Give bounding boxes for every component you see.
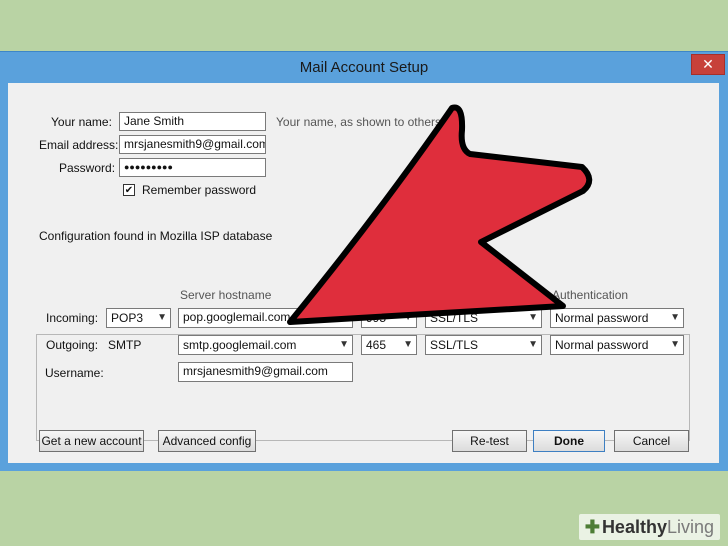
outgoing-host-value: smtp.googlemail.com bbox=[183, 338, 297, 352]
username-input[interactable]: mrsjanesmith9@gmail.com bbox=[178, 362, 353, 382]
remember-label: Remember password bbox=[142, 183, 257, 197]
chevron-down-icon: ▼ bbox=[157, 312, 167, 323]
logo-name-light: Living bbox=[666, 517, 714, 537]
password-input[interactable]: ●●●●●●●●● bbox=[119, 158, 266, 177]
plus-icon: ✚ bbox=[584, 517, 600, 537]
mail-setup-window: Mail Account Setup ✕ Your name: Jane Smi… bbox=[0, 51, 728, 472]
name-label: Your name: bbox=[51, 115, 112, 129]
outgoing-ssl-select[interactable]: SSL/TLS ▼ bbox=[425, 335, 542, 355]
incoming-port-select[interactable]: 995 ▼ bbox=[361, 308, 417, 328]
outgoing-protocol: SMTP bbox=[108, 338, 142, 352]
password-label: Password: bbox=[59, 161, 116, 175]
retest-button[interactable]: Re-test bbox=[452, 430, 527, 452]
incoming-port-value: 995 bbox=[366, 311, 387, 325]
outgoing-port-select[interactable]: 465 ▼ bbox=[361, 335, 417, 355]
hostname-header: Server hostname bbox=[180, 288, 272, 302]
chevron-down-icon: ▼ bbox=[670, 339, 680, 350]
remember-checkbox[interactable]: ✔ bbox=[123, 184, 135, 196]
outgoing-host-select[interactable]: smtp.googlemail.com ▼ bbox=[178, 335, 353, 355]
incoming-label: Incoming: bbox=[46, 311, 99, 325]
chevron-down-icon: ▼ bbox=[528, 339, 538, 350]
outgoing-auth-select[interactable]: Normal password ▼ bbox=[550, 335, 684, 355]
chevron-down-icon: ▼ bbox=[339, 339, 349, 350]
get-new-account-button[interactable]: Get a new account bbox=[39, 430, 144, 452]
name-hint: Your name, as shown to others bbox=[276, 115, 441, 129]
advanced-config-button[interactable]: Advanced config bbox=[158, 430, 256, 452]
username-label: Username: bbox=[45, 366, 104, 380]
outgoing-label: Outgoing: bbox=[46, 338, 99, 352]
email-label: Email address: bbox=[39, 138, 119, 152]
email-input[interactable]: mrsjanesmith9@gmail.com bbox=[119, 135, 266, 154]
healthy-living-logo: ✚ HealthyLiving bbox=[578, 514, 720, 540]
incoming-auth-select[interactable]: Normal password ▼ bbox=[550, 308, 684, 328]
auth-header: Authentication bbox=[552, 288, 629, 302]
chevron-down-icon: ▼ bbox=[403, 312, 413, 323]
incoming-protocol-value: POP3 bbox=[111, 311, 144, 325]
cancel-button[interactable]: Cancel bbox=[614, 430, 689, 452]
incoming-protocol-select[interactable]: POP3 ▼ bbox=[106, 308, 171, 328]
outgoing-auth-value: Normal password bbox=[555, 338, 649, 352]
outgoing-ssl-value: SSL/TLS bbox=[430, 338, 479, 352]
outgoing-port-value: 465 bbox=[366, 338, 387, 352]
logo-name-bold: Healthy bbox=[601, 517, 667, 537]
incoming-host-input[interactable]: pop.googlemail.com bbox=[178, 308, 353, 328]
name-input[interactable]: Jane Smith bbox=[119, 112, 266, 131]
incoming-auth-value: Normal password bbox=[555, 311, 649, 325]
close-icon[interactable]: ✕ bbox=[691, 54, 725, 75]
chevron-down-icon: ▼ bbox=[670, 312, 680, 323]
chevron-down-icon: ▼ bbox=[403, 339, 413, 350]
window-title: Mail Account Setup bbox=[299, 59, 429, 76]
chevron-down-icon: ▼ bbox=[528, 312, 538, 323]
page-footer: ✚ HealthyLiving bbox=[0, 471, 728, 546]
done-button[interactable]: Done bbox=[533, 430, 605, 452]
incoming-ssl-value: SSL/TLS bbox=[430, 311, 479, 325]
dialog-body: Your name: Jane Smith Your name, as show… bbox=[8, 83, 719, 463]
incoming-ssl-select[interactable]: SSL/TLS ▼ bbox=[425, 308, 542, 328]
config-status: Configuration found in Mozilla ISP datab… bbox=[39, 229, 273, 243]
